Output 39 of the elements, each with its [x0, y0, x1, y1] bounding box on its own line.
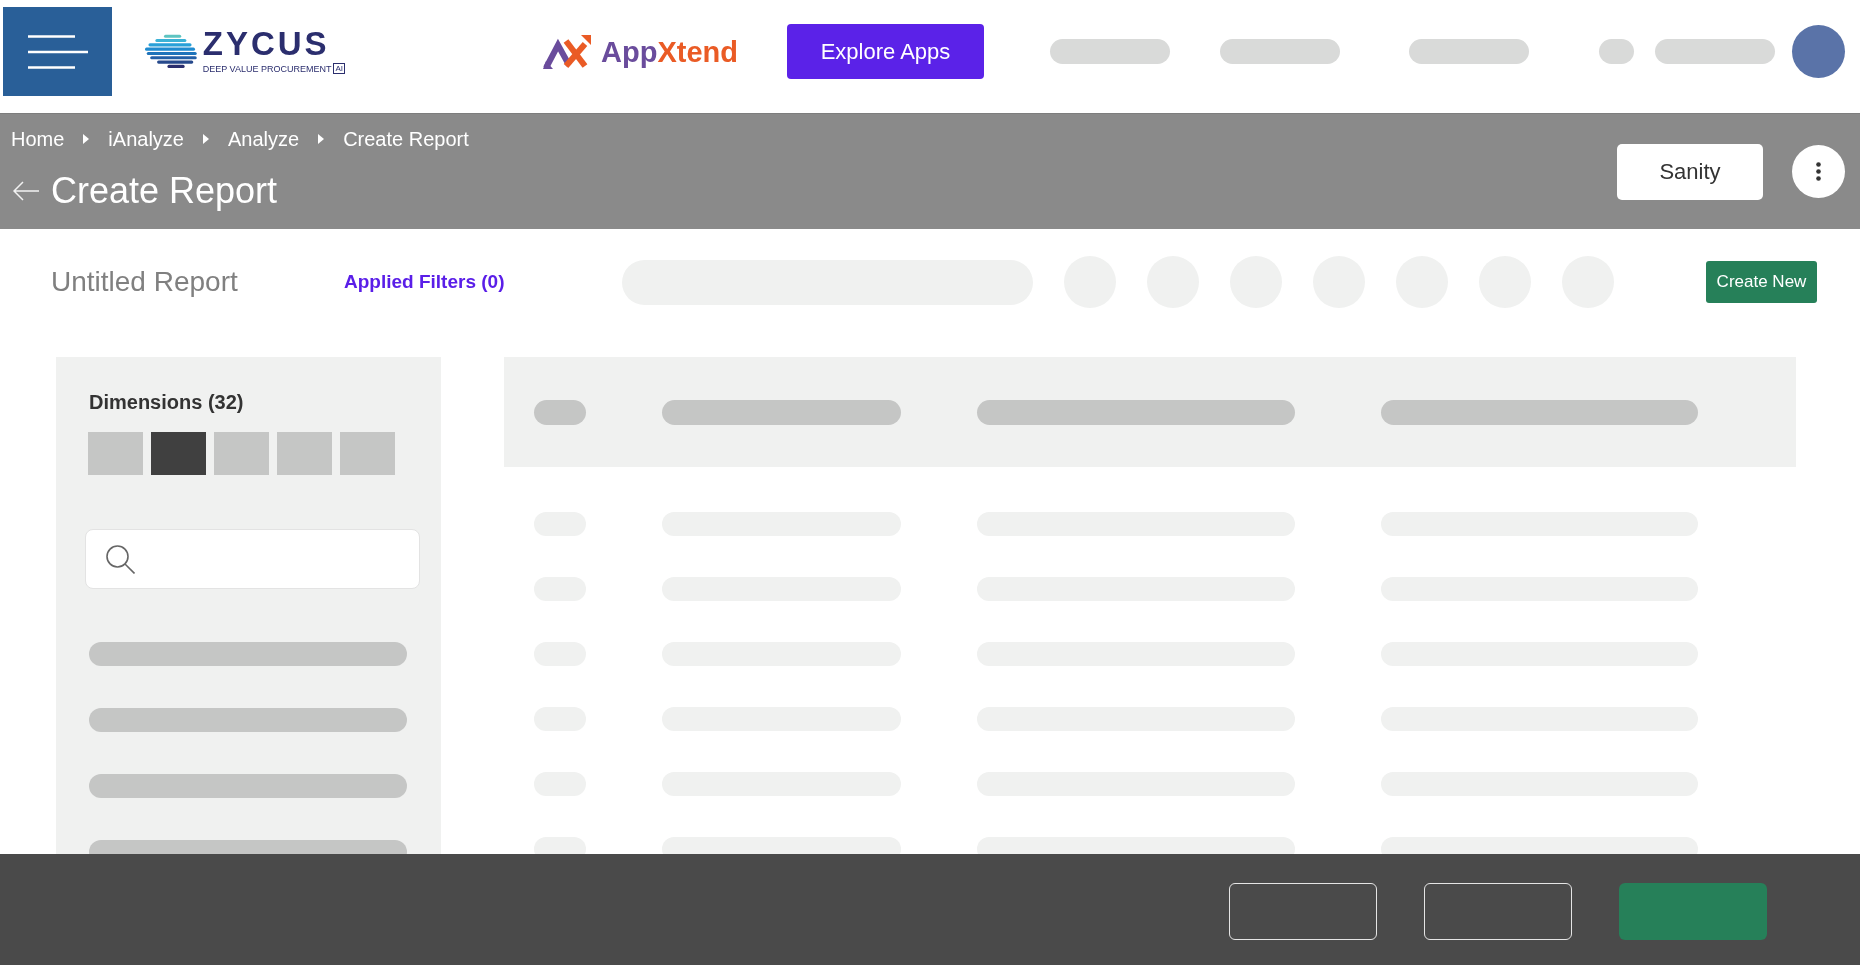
- breadcrumb-link[interactable]: Analyze: [227, 127, 300, 151]
- create-new-button[interactable]: Create New: [1706, 261, 1817, 303]
- caret-right-icon: [318, 134, 325, 144]
- crossed-arrows-logo-icon: [543, 34, 591, 69]
- brand-tag: AI: [333, 63, 345, 74]
- applied-filters-link[interactable]: Applied Filters (0): [344, 270, 505, 294]
- breadcrumb-current: Create Report: [343, 127, 469, 151]
- square-tab[interactable]: [277, 432, 332, 475]
- caret-right-icon: [83, 134, 90, 144]
- skeleton-bar: [1599, 39, 1634, 64]
- breadcrumb-link[interactable]: iAnalyze: [108, 127, 184, 151]
- report-name: Untitled Report: [51, 265, 238, 299]
- user-avatar[interactable]: [1792, 25, 1845, 78]
- outline-button[interactable]: [1424, 883, 1572, 940]
- square-tab[interactable]: [151, 432, 206, 475]
- skeleton-bar: [534, 836, 586, 854]
- primary-button[interactable]: [1619, 883, 1767, 940]
- square-tab[interactable]: [214, 432, 269, 475]
- app-wordmark: AppXtend: [601, 34, 738, 69]
- search-icon: [106, 544, 135, 574]
- brand-name: ZYCUS: [202, 29, 331, 59]
- breadcrumb-link[interactable]: Home: [11, 127, 65, 151]
- square-tab[interactable]: [340, 432, 395, 475]
- skeleton-bar: [534, 399, 586, 425]
- view-button[interactable]: Sanity: [1617, 143, 1763, 200]
- menu-button[interactable]: [3, 7, 112, 96]
- back-arrow-icon[interactable]: [13, 181, 39, 201]
- search-field[interactable]: [85, 529, 420, 589]
- menu-icon: [27, 34, 88, 69]
- square-tab[interactable]: [88, 432, 143, 475]
- more-options-button[interactable]: [1792, 145, 1845, 198]
- explore-apps-button[interactable]: Explore Apps: [787, 24, 984, 79]
- page-title: Create Report: [51, 169, 278, 213]
- more-vertical-icon: [1816, 162, 1821, 181]
- striped-logo-icon: [145, 32, 197, 71]
- outline-button[interactable]: [1229, 883, 1377, 940]
- caret-right-icon: [202, 134, 209, 144]
- panel-title: Dimensions (32): [89, 390, 244, 414]
- brand-tagline: DEEP VALUE PROCUREMENT: [202, 63, 332, 74]
